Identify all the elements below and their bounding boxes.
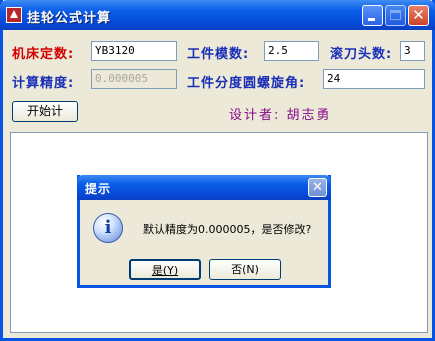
close-icon: ✕ [412, 6, 425, 24]
app-triangle-icon [6, 7, 22, 23]
minimize-button[interactable] [362, 5, 383, 26]
information-icon: i [93, 213, 123, 243]
precision-label: 计算精度: [12, 76, 75, 91]
close-button[interactable]: ✕ [408, 5, 429, 26]
title-bar[interactable]: 挂轮公式计算 ✕ [0, 0, 435, 30]
module-input[interactable]: 2.5 [264, 41, 319, 61]
helix-angle-label: 工件分度圆螺旋角: [187, 76, 306, 91]
yes-button-label: 是(Y) [151, 264, 179, 277]
dialog-title: 提示 [85, 182, 112, 196]
maximize-icon [390, 10, 401, 20]
minimize-icon [368, 18, 375, 21]
main-window: 挂轮公式计算 ✕ 机床定数: YB3120 工件模数: 2.5 滚刀头数: 3 … [0, 0, 435, 341]
hob-input[interactable]: 3 [400, 41, 425, 61]
yes-button[interactable]: 是(Y) [129, 259, 201, 280]
dialog-close-button[interactable]: ✕ [308, 178, 327, 197]
dialog-title-bar[interactable]: 提示 ✕ [77, 175, 331, 200]
precision-input: 0.000005 [91, 69, 177, 89]
no-button-label: 否(N) [231, 263, 259, 276]
helix-angle-input[interactable]: 24 [323, 69, 425, 89]
designer-credit: 设计者: 胡志勇 [229, 108, 332, 123]
dialog-message: 默认精度为0.000005，是否修改? [143, 223, 312, 236]
machine-input[interactable]: YB3120 [91, 41, 177, 61]
maximize-button[interactable] [385, 5, 406, 26]
prompt-dialog: 提示 ✕ i 默认精度为0.000005，是否修改? 是(Y) 否(N) [77, 175, 331, 288]
no-button[interactable]: 否(N) [209, 259, 281, 280]
close-icon: ✕ [312, 180, 323, 195]
machine-label: 机床定数: [12, 47, 75, 62]
start-calc-button[interactable]: 开始计 [12, 101, 78, 122]
module-label: 工件模数: [187, 47, 250, 62]
window-title: 挂轮公式计算 [27, 11, 112, 26]
hob-label: 滚刀头数: [330, 47, 393, 62]
